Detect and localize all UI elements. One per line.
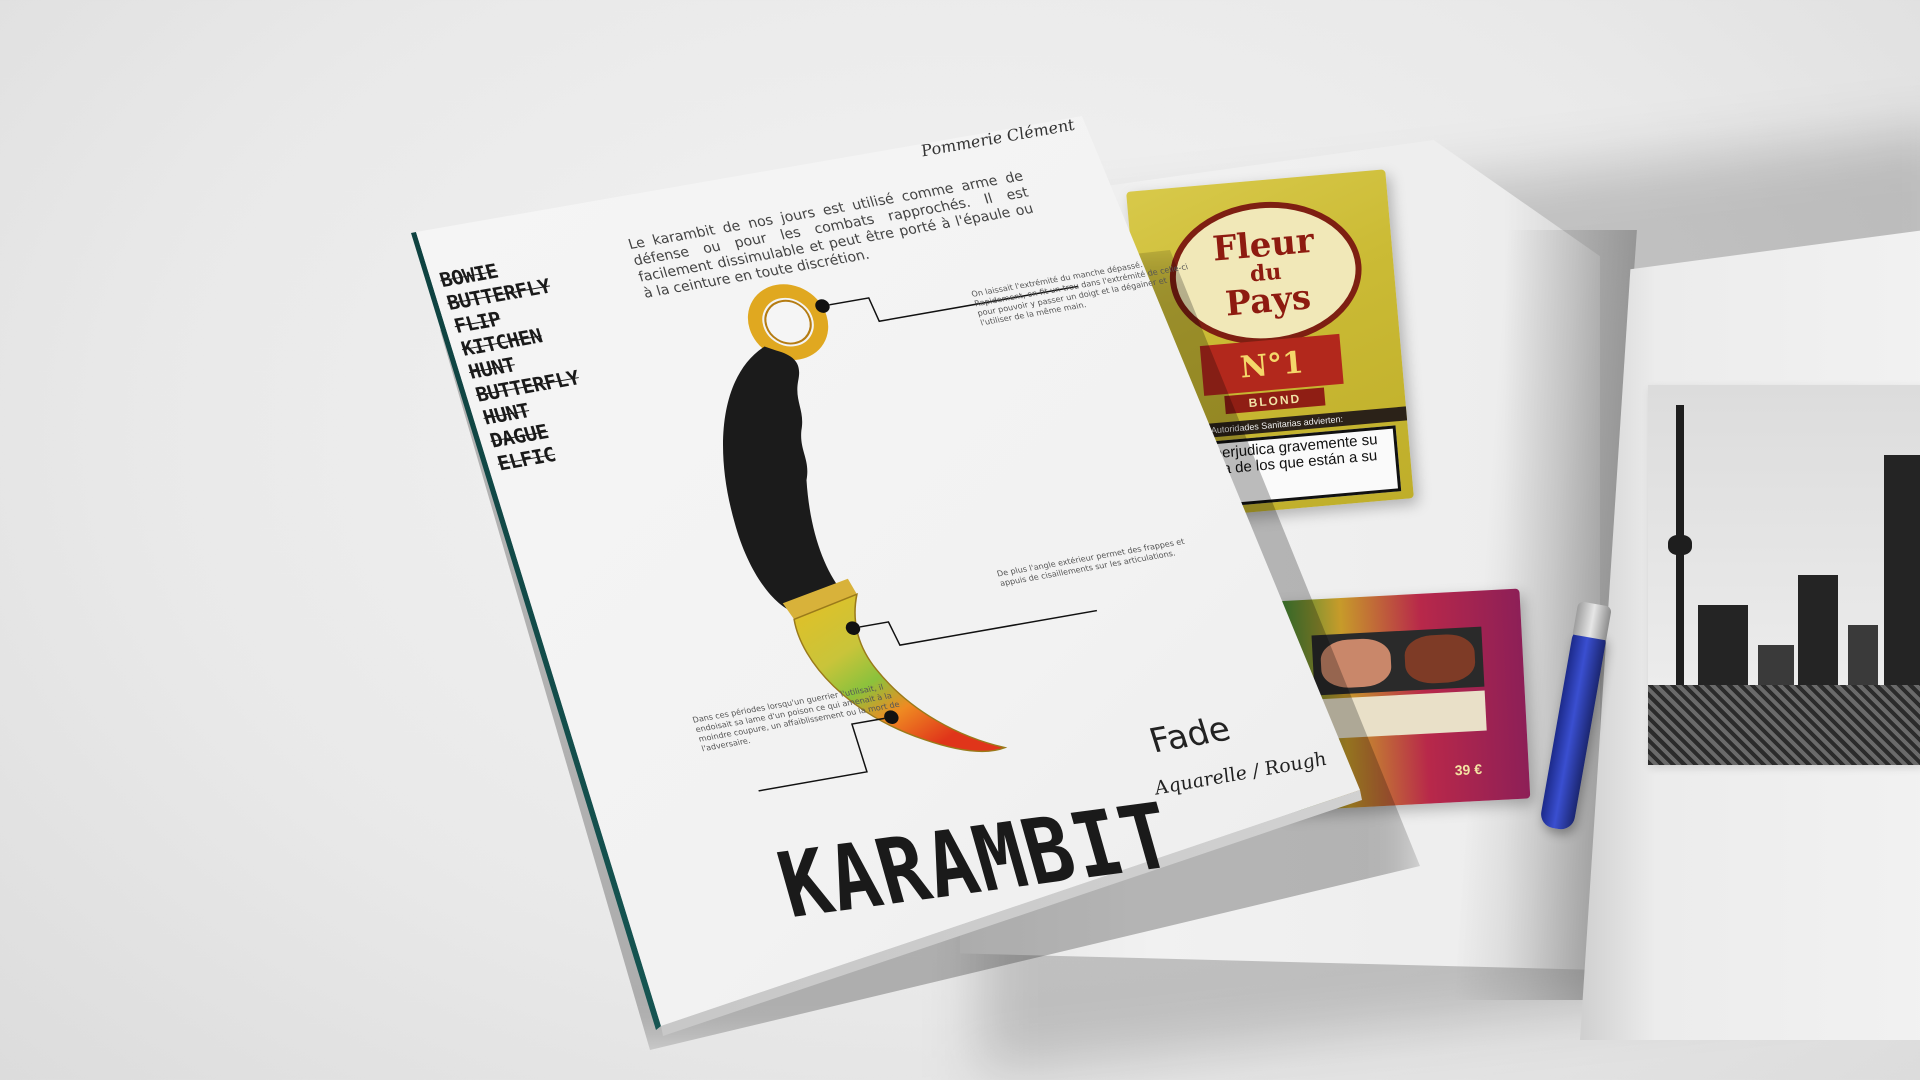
cover-author: Pommerie Clément — [918, 115, 1078, 161]
knife-handle — [723, 346, 841, 613]
magazine-cover: Pommerie Clément BOWIE BUTTERFLY FLIP KI… — [0, 0, 1920, 1080]
callout-line — [859, 609, 1098, 646]
photo-scene: Fleur du Pays N°1 BLOND Autoridades Sani… — [0, 0, 1920, 1080]
knife-type-list: BOWIE BUTTERFLY FLIP KITCHEN HUNT BUTTER… — [437, 251, 604, 475]
cover-content: Pommerie Clément BOWIE BUTTERFLY FLIP KI… — [418, 110, 1395, 1058]
